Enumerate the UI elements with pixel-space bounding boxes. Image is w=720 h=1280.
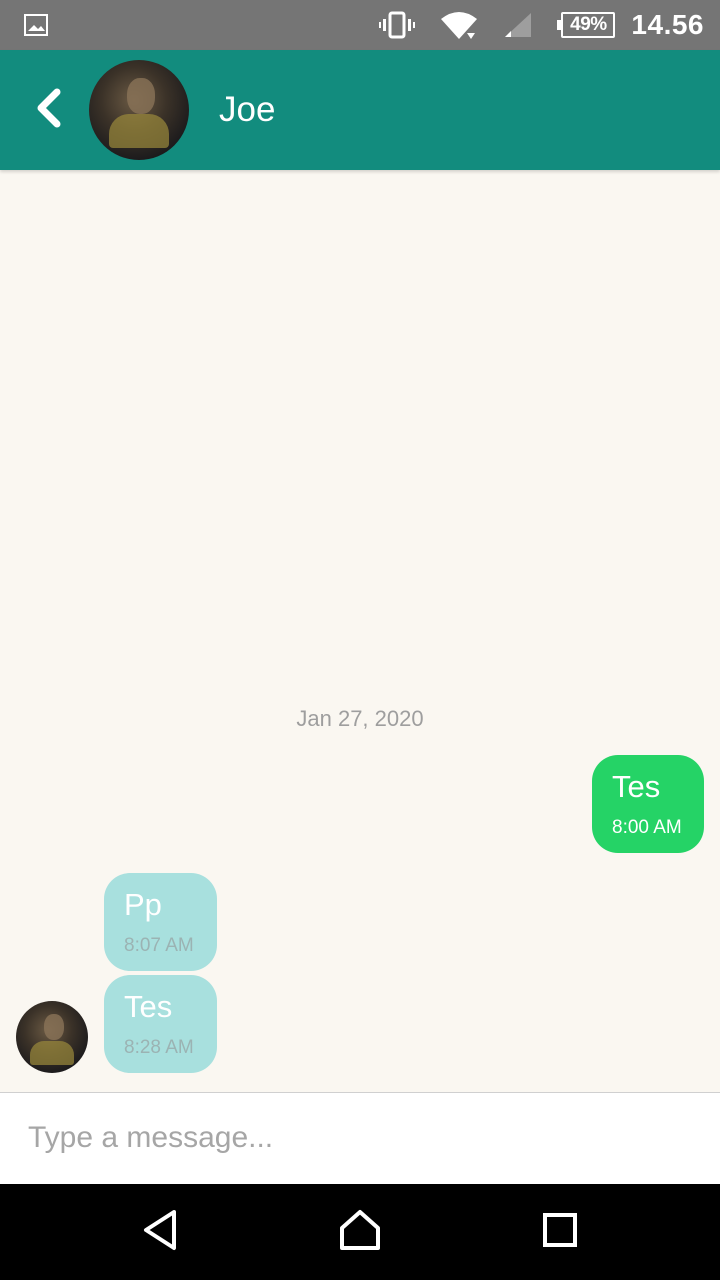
message-time: 8:28 AM <box>124 1037 194 1058</box>
message-time: 8:07 AM <box>124 935 194 956</box>
nav-home-icon <box>338 1208 382 1257</box>
sender-avatar[interactable] <box>16 1001 88 1073</box>
message-time: 8:00 AM <box>612 817 682 838</box>
contact-avatar[interactable] <box>89 60 189 160</box>
contact-name[interactable]: Joe <box>219 90 275 130</box>
back-button[interactable] <box>24 84 72 136</box>
system-nav-bar <box>0 1184 720 1280</box>
message-text: Tes <box>124 989 173 1024</box>
wifi-icon <box>439 9 479 41</box>
date-separator: Jan 27, 2020 <box>296 706 424 731</box>
image-notification-icon <box>24 14 48 36</box>
battery-percent: 49% <box>561 12 616 38</box>
nav-back-button[interactable] <box>130 1206 190 1258</box>
nav-back-icon <box>140 1208 180 1257</box>
status-bar: 49% 14.56 <box>0 0 720 50</box>
message-text: Tes <box>612 769 661 804</box>
incoming-message-bubble[interactable]: Pp 8:07 AM <box>104 873 217 971</box>
nav-recents-icon <box>541 1211 579 1254</box>
nav-home-button[interactable] <box>330 1206 390 1258</box>
cell-signal-icon <box>503 11 533 39</box>
outgoing-message-bubble[interactable]: Tes 8:00 AM <box>592 755 704 853</box>
message-list[interactable]: Jan 27, 2020 Tes 8:00 AM Pp 8:07 AM Tes … <box>0 170 720 1092</box>
status-clock: 14.56 <box>631 9 704 40</box>
incoming-message-bubble[interactable]: Tes 8:28 AM <box>104 975 217 1073</box>
message-input[interactable] <box>28 1113 688 1163</box>
nav-recents-button[interactable] <box>530 1206 590 1258</box>
message-text: Pp <box>124 887 162 922</box>
vibrate-icon <box>379 11 416 39</box>
chevron-left-icon <box>33 88 63 133</box>
chat-header: Joe <box>0 50 720 170</box>
battery-icon: 49% <box>557 12 616 38</box>
composer-bar <box>0 1092 720 1184</box>
